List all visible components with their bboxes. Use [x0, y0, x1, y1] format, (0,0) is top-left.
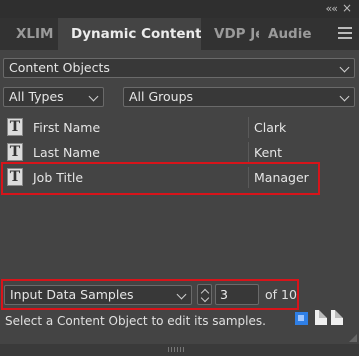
resize-corner-icon[interactable]: [349, 334, 357, 342]
preview-mode-icon[interactable]: [295, 312, 308, 325]
tab-label: XLIM: [16, 26, 54, 42]
column-divider: [248, 142, 249, 163]
tab-xlim[interactable]: XLIM: [0, 18, 58, 50]
content-selector-value: Content Objects: [9, 60, 110, 75]
tab-label: VDP Je: [214, 26, 259, 42]
dynamic-content-panel: «« × XLIM Dynamic Content VDP Je Audie C…: [0, 0, 359, 352]
content-object-name: First Name: [33, 120, 101, 135]
tab-label: Audie: [268, 26, 312, 42]
new-document-icon[interactable]: [315, 310, 327, 325]
resize-grip-icon[interactable]: [168, 337, 190, 352]
group-filter-value: All Groups: [129, 89, 194, 104]
highlight-box-samples: [1, 279, 299, 310]
status-message: Select a Content Object to edit its samp…: [5, 314, 266, 328]
column-divider: [248, 117, 249, 138]
type-filter-dropdown[interactable]: All Types: [3, 87, 104, 107]
chevron-down-icon: [88, 91, 99, 102]
tab-label: Dynamic Content: [71, 26, 201, 42]
text-frame-icon: T: [7, 118, 23, 136]
highlight-box-job-title: [1, 162, 320, 195]
panel-footer-icons: [295, 309, 355, 329]
tab-dynamic-content[interactable]: Dynamic Content: [58, 18, 201, 50]
new-page-icon[interactable]: [331, 310, 343, 325]
tab-vdp[interactable]: VDP Je: [201, 18, 259, 50]
type-filter-value: All Types: [9, 89, 64, 104]
chevron-down-icon: [339, 62, 350, 73]
tab-audience[interactable]: Audie: [259, 18, 317, 50]
close-panel-icon[interactable]: ×: [342, 1, 352, 15]
content-object-value: Clark: [254, 120, 287, 135]
list-item[interactable]: T First Name Clark: [0, 115, 359, 140]
panel-menu-icon[interactable]: [338, 27, 352, 39]
tab-bar: XLIM Dynamic Content VDP Je Audie: [0, 18, 359, 50]
group-filter-dropdown[interactable]: All Groups: [123, 87, 355, 107]
chevron-down-icon: [339, 91, 350, 102]
content-selector-dropdown[interactable]: Content Objects: [3, 58, 355, 78]
text-frame-icon: T: [7, 143, 23, 161]
collapse-panel-icon[interactable]: ««: [326, 2, 339, 15]
panel-title-strip: «« ×: [0, 0, 359, 18]
